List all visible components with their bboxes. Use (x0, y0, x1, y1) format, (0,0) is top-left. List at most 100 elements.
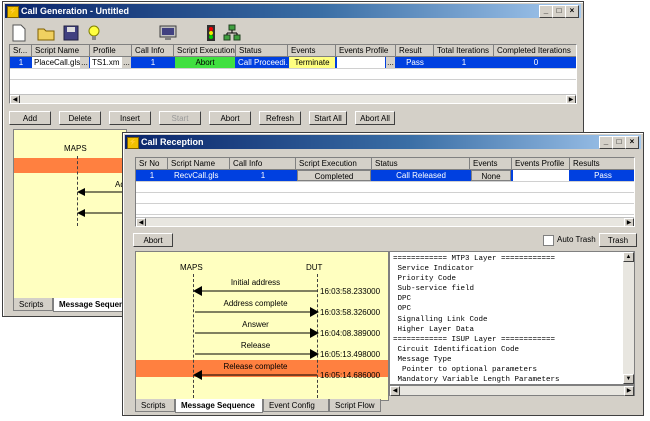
close-button[interactable]: × (565, 5, 579, 18)
tab-message-sequen[interactable]: Message Sequen (53, 298, 131, 312)
column-header[interactable]: Total Iterations (434, 45, 494, 57)
column-header[interactable]: Script Name (32, 45, 90, 57)
column-header[interactable]: Results (570, 158, 634, 170)
tab-scripts[interactable]: Scripts (13, 298, 53, 311)
tab-script-flow[interactable]: Script Flow (329, 399, 381, 412)
column-header[interactable]: Events (470, 158, 512, 170)
network-icon[interactable] (223, 24, 241, 42)
button-start[interactable]: Start (159, 111, 201, 125)
cell-events-profile[interactable] (337, 57, 385, 68)
auto-trash-checkbox[interactable] (543, 235, 554, 246)
toolbar (7, 22, 577, 44)
button-refresh[interactable]: Refresh (259, 111, 301, 125)
scroll-left-button[interactable]: ◀ (10, 95, 20, 103)
open-folder-icon[interactable] (37, 25, 55, 41)
maximize-button[interactable]: □ (612, 136, 626, 149)
button-add[interactable]: Add (9, 111, 51, 125)
cell-sr: 1 (149, 171, 155, 180)
cell-events[interactable]: None (471, 170, 511, 181)
scroll-left-button[interactable]: ◀ (390, 386, 400, 396)
decode-line[interactable]: Sub-service field (393, 284, 560, 294)
column-header[interactable]: Call Info (230, 158, 296, 170)
column-header[interactable]: Result (396, 45, 434, 57)
column-header[interactable]: Sr No (136, 158, 168, 170)
column-header[interactable]: Events Profile (512, 158, 570, 170)
decode-hscrollbar[interactable]: ◀ ▶ (389, 385, 635, 396)
decode-line[interactable]: Mandatory Variable Length Parameters (393, 375, 560, 384)
scroll-right-button[interactable]: ▶ (624, 218, 634, 226)
bulb-icon[interactable] (87, 24, 101, 42)
cell-exec[interactable]: Completed (297, 170, 371, 181)
window-title: Call Reception (141, 137, 204, 147)
decode-line[interactable]: Circuit Identification Code (393, 345, 560, 355)
decode-line[interactable]: Signalling Link Code (393, 315, 560, 325)
column-header[interactable]: Script Execution (296, 158, 372, 170)
message-timestamp: 16:03:58.233000 (320, 287, 381, 296)
browse-button[interactable]: ... (122, 57, 131, 68)
column-header[interactable]: Events Profile (336, 45, 396, 57)
message-timestamp: 16:04:08.389000 (320, 329, 381, 338)
button-insert[interactable]: Insert (109, 111, 151, 125)
cell-script: RecvCall.gls (174, 171, 219, 180)
tab-event-config[interactable]: Event Config (263, 399, 329, 412)
decode-panel: ============ MTP3 Layer ============ Ser… (389, 251, 635, 385)
horizontal-scrollbar[interactable]: ◀ ▶ (136, 217, 634, 226)
browse-button[interactable]: ... (386, 57, 395, 68)
horizontal-scrollbar[interactable]: ◀ ▶ (10, 94, 576, 103)
scroll-down-button[interactable]: ▼ (623, 374, 634, 384)
button-abort-all[interactable]: Abort All (355, 111, 395, 125)
scroll-right-button[interactable]: ▶ (624, 386, 634, 396)
arrow-right-icon (195, 328, 319, 338)
column-header[interactable]: Script Execution (174, 45, 236, 57)
decode-line[interactable]: DPC (393, 294, 560, 304)
column-header[interactable]: Status (236, 45, 288, 57)
close-button[interactable]: × (625, 136, 639, 149)
table-row[interactable]: 1 PlaceCall.gls... TS1.xm... 1 Abort Call Pro… (10, 57, 576, 68)
scroll-right-button[interactable]: ▶ (566, 95, 576, 103)
decode-line[interactable]: ============ MTP3 Layer ============ (393, 254, 560, 264)
column-header[interactable]: Script Name (168, 158, 230, 170)
table-row[interactable]: 1 RecvCall.gls 1 Completed Call Released None… (136, 170, 634, 181)
trash-button[interactable]: Trash (599, 233, 637, 247)
decode-line[interactable]: Service Indicator (393, 264, 560, 274)
column-header[interactable]: Profile (90, 45, 132, 57)
new-file-icon[interactable] (11, 24, 27, 42)
decode-line[interactable]: Pointer to optional parameters (393, 365, 560, 375)
call-reception-titlebar[interactable]: ⚡ Call Reception _ □ × (125, 135, 641, 149)
traffic-light-icon[interactable] (204, 24, 218, 42)
dut-label: DUT (306, 263, 323, 272)
decode-line[interactable]: ============ ISUP Layer ============ (393, 335, 560, 345)
decode-line[interactable]: Higher Layer Data (393, 325, 560, 335)
decode-line[interactable]: Message Type (393, 355, 560, 365)
button-delete[interactable]: Delete (59, 111, 101, 125)
arrow-left-icon (193, 370, 317, 380)
maps-label: MAPS (180, 263, 203, 272)
tab-scripts[interactable]: Scripts (135, 399, 175, 412)
decode-line[interactable]: Priority Code (393, 274, 560, 284)
save-icon[interactable] (63, 25, 79, 41)
highlighted-row (14, 158, 126, 173)
column-header[interactable]: Sr... (10, 45, 32, 57)
column-header[interactable]: Events (288, 45, 336, 57)
maximize-button[interactable]: □ (552, 5, 566, 18)
column-header[interactable]: Completed Iterations (494, 45, 576, 57)
cell-exec[interactable]: Abort (175, 57, 235, 68)
cell-events-profile[interactable] (513, 170, 569, 181)
decode-line[interactable]: OPC (393, 304, 560, 314)
call-generation-titlebar[interactable]: ⚡ Call Generation - Untitled _ □ × (5, 4, 581, 18)
column-header[interactable]: Call Info (132, 45, 174, 57)
monitor-icon[interactable] (159, 25, 177, 41)
browse-button[interactable]: ... (80, 57, 89, 68)
vertical-scrollbar[interactable]: ▲ ▼ (623, 252, 634, 384)
abort-button[interactable]: Abort (133, 233, 173, 247)
button-start-all[interactable]: Start All (309, 111, 347, 125)
button-abort[interactable]: Abort (209, 111, 251, 125)
scroll-left-button[interactable]: ◀ (136, 218, 146, 226)
minimize-button[interactable]: _ (539, 5, 553, 18)
minimize-button[interactable]: _ (599, 136, 613, 149)
generation-table: Sr... Script Name Profile Call Info Script E… (9, 44, 577, 104)
tab-message-sequence[interactable]: Message Sequence (175, 399, 263, 413)
cell-events[interactable]: Terminate (289, 57, 335, 68)
scroll-up-button[interactable]: ▲ (623, 252, 634, 262)
column-header[interactable]: Status (372, 158, 470, 170)
